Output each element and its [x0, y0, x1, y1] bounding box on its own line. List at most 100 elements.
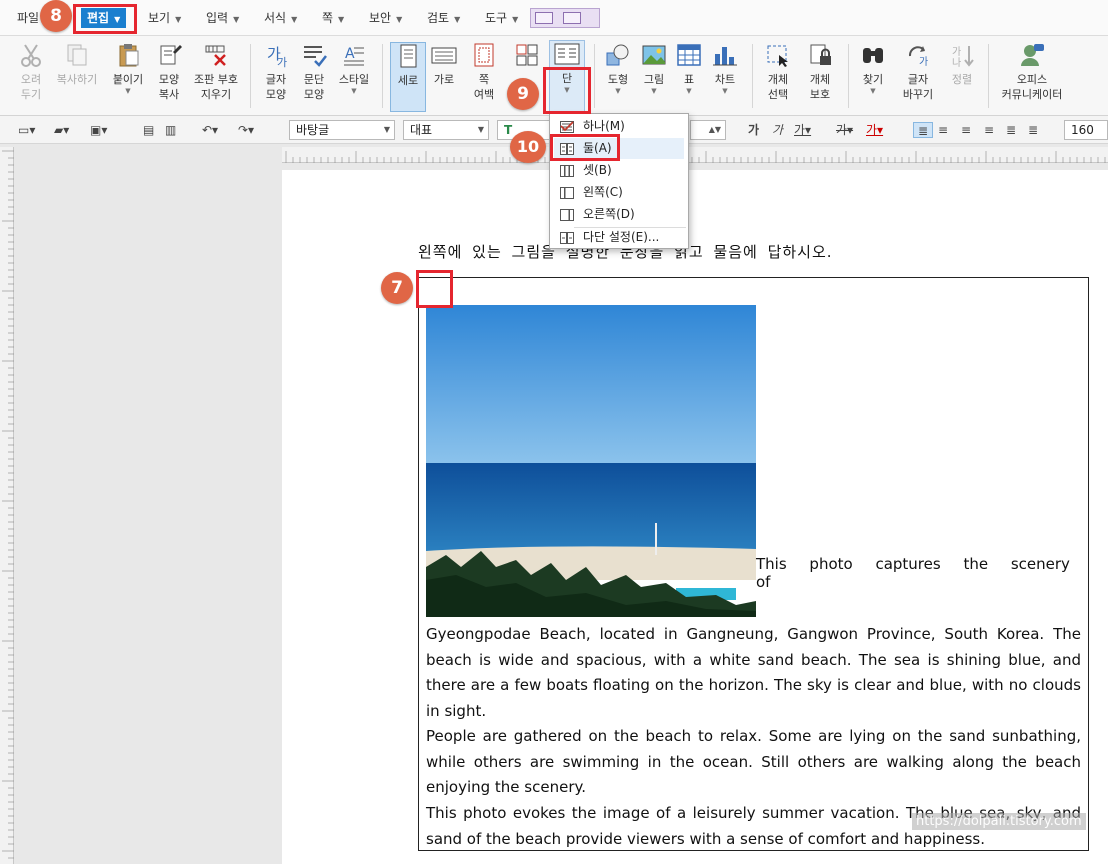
menu-file-label: 파일 — [17, 11, 40, 25]
columns-three-item[interactable]: 셋(B) — [554, 160, 684, 181]
chart-icon — [713, 47, 737, 66]
cut-button[interactable]: 오려 두기 — [10, 42, 52, 112]
quick-format-tools[interactable] — [530, 8, 600, 28]
portrait-button[interactable]: 세로 — [390, 42, 426, 112]
chevron-down-icon: ▼ — [722, 87, 728, 95]
one-column-icon — [560, 121, 574, 133]
menu-format[interactable]: 서식 ▼ — [264, 9, 297, 27]
beach-image — [426, 305, 756, 617]
style-select-value: 바탕글 — [296, 123, 330, 137]
char-shape-button[interactable]: 가가 글자 모양 — [258, 42, 294, 112]
shape-button[interactable]: 도형 ▼ — [600, 42, 636, 112]
font-color-icon[interactable]: 가▾ — [866, 122, 883, 138]
chevron-down-icon: ▼ — [615, 87, 621, 95]
redo-icon[interactable]: ↷▾ — [238, 122, 254, 138]
vertical-ruler[interactable] — [0, 147, 14, 864]
paste-button[interactable]: 붙이기 ▼ — [107, 42, 149, 112]
new-document-icon[interactable]: ▭▾ — [18, 122, 35, 138]
object-select-icon — [767, 45, 788, 67]
chart-button[interactable]: 차트 ▼ — [708, 42, 742, 112]
find-button[interactable]: 찾기 ▼ — [855, 42, 891, 112]
quick-format-icon[interactable] — [535, 12, 553, 24]
bold-icon[interactable]: 가 — [748, 122, 759, 138]
italic-icon[interactable]: 가 — [772, 122, 783, 138]
menu-page-label: 쪽 — [322, 11, 334, 25]
obj-protect-button[interactable]: 개체 보호 — [800, 42, 840, 112]
menu-view[interactable]: 보기 ▼ — [148, 9, 181, 27]
line-spacing-value: 160 — [1071, 123, 1094, 137]
align-center-icon[interactable]: ≡ — [961, 122, 971, 138]
chevron-down-icon: ▼ — [477, 125, 484, 134]
sort-icon: 가나 — [952, 46, 974, 68]
line-spacing-input[interactable]: 160 — [1064, 120, 1108, 140]
chevron-down-icon: ▼ — [338, 15, 345, 24]
svg-text:가: 가 — [952, 46, 961, 58]
sort-button[interactable]: 가나 정렬 — [944, 42, 980, 112]
menu-page[interactable]: 쪽 ▼ — [322, 9, 344, 27]
picture-icon — [642, 45, 666, 65]
first-line-text: This photo captures the scenery of — [756, 555, 1070, 591]
underline-icon[interactable]: 가▾ — [794, 122, 811, 138]
svg-text:가: 가 — [919, 56, 928, 68]
font-size-spinner[interactable]: ▲▼ — [690, 120, 726, 140]
char-replace-button[interactable]: 가 글자 바꾸기 — [896, 42, 940, 112]
style-button[interactable]: A 스타일 ▼ — [334, 42, 374, 112]
landscape-button[interactable]: 가로 — [428, 42, 460, 112]
obj-select-button[interactable]: 개체 선택 — [758, 42, 798, 112]
columns-three-label: 셋(B) — [583, 163, 612, 177]
quick-table-icon[interactable] — [563, 12, 581, 24]
menu-review[interactable]: 검토 ▼ — [427, 9, 460, 27]
menu-format-label: 서식 — [264, 11, 287, 25]
para-shape-button[interactable]: 문단 모양 — [296, 42, 332, 112]
style-select[interactable]: 바탕글 ▼ — [289, 120, 395, 140]
columns-right-item[interactable]: 오른쪽(D) — [554, 204, 684, 225]
save-icon[interactable]: ▣▾ — [90, 122, 107, 138]
menu-insert[interactable]: 입력 ▼ — [206, 9, 239, 27]
scissors-icon — [21, 44, 41, 67]
justify-align-icon[interactable]: ≣ — [913, 122, 933, 138]
menu-bar: 파일 편집 ▼ 보기 ▼ 입력 ▼ 서식 ▼ 쪽 ▼ 보안 ▼ 검토 ▼ 도구 ▼ — [0, 0, 1108, 36]
step-10-badge: 10 — [510, 131, 546, 163]
preview-icon[interactable]: ▥ — [165, 122, 176, 138]
obj-select-label: 개체 선택 — [767, 73, 789, 101]
style-label: 스타일 — [338, 73, 370, 86]
table-button[interactable]: 표 ▼ — [672, 42, 706, 112]
chevron-down-icon: ▼ — [686, 87, 692, 95]
wrapped-first-line: This photo captures the scenery of — [756, 555, 1082, 591]
clipboard-icon — [119, 44, 139, 67]
page-margin-button[interactable]: 쪽 여백 — [466, 42, 502, 112]
picture-label: 그림 — [643, 73, 665, 86]
format-copy-button[interactable]: 모양 복사 — [150, 42, 188, 112]
picture-button[interactable]: 그림 ▼ — [637, 42, 671, 112]
char-shape-label: 글자 모양 — [265, 73, 287, 101]
ribbon-divider — [382, 44, 383, 108]
font-lang-select[interactable]: 대표 ▼ — [403, 120, 489, 140]
distribute-align-icon[interactable]: ≣ — [1006, 122, 1016, 138]
chevron-down-icon: ▼ — [870, 87, 876, 95]
copy-button[interactable]: 복사하기 — [52, 42, 102, 112]
strikethrough-icon[interactable]: 가▾ — [836, 122, 853, 138]
undo-icon[interactable]: ↶▾ — [202, 122, 218, 138]
horizontal-ruler[interactable] — [282, 147, 1108, 163]
step-9-badge: 9 — [507, 78, 539, 110]
divide-align-icon[interactable]: ≣ — [1028, 122, 1038, 138]
open-folder-icon[interactable]: ▰▾ — [54, 122, 69, 138]
replace-icon: 가 — [908, 46, 928, 68]
clear-marks-button[interactable]: 조판 부호 지우기 — [190, 42, 242, 112]
align-left-icon[interactable]: ≡ — [938, 122, 948, 138]
ruler-ticks-vertical — [2, 150, 14, 859]
chevron-down-icon: ▼ — [651, 87, 657, 95]
char-replace-label: 글자 바꾸기 — [902, 73, 934, 101]
columns-settings-item[interactable]: 다단 설정(E)... — [554, 227, 684, 248]
columns-left-item[interactable]: 왼쪽(C) — [554, 182, 684, 203]
watermark: https://dolpali.tistory.com — [912, 813, 1086, 830]
menu-tools[interactable]: 도구 ▼ — [485, 9, 518, 27]
print-icon[interactable]: ▤ — [143, 122, 154, 138]
menu-security[interactable]: 보안 ▼ — [369, 9, 402, 27]
beach-photo[interactable] — [426, 305, 756, 617]
menu-file[interactable]: 파일 — [17, 9, 39, 27]
style-icon: A — [344, 46, 364, 66]
align-right-icon[interactable]: ≡ — [984, 122, 994, 138]
office-communicator-button[interactable]: 오피스 커뮤니케이터 — [994, 42, 1070, 112]
chevron-down-icon: ▼ — [125, 87, 131, 95]
